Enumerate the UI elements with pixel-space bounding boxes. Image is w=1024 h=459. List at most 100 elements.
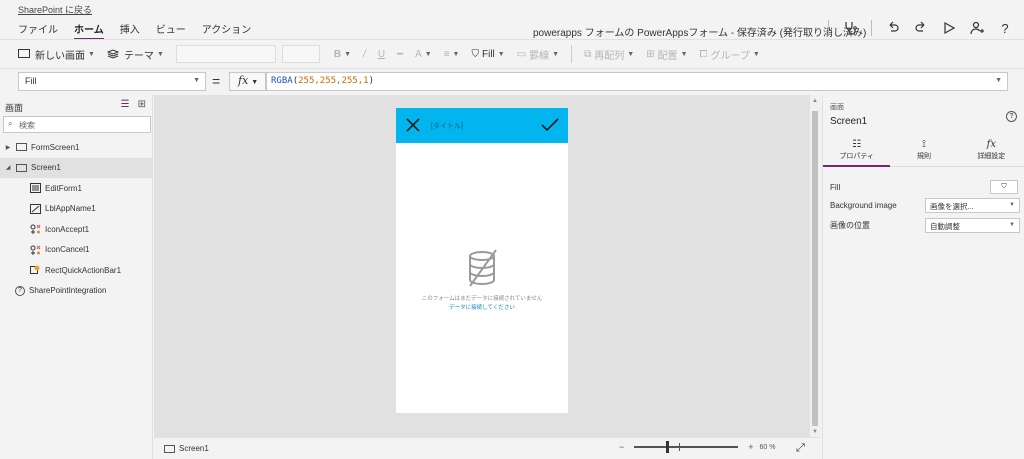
help-icon[interactable]: ?: [998, 21, 1012, 36]
stethoscope-icon[interactable]: [843, 21, 857, 35]
screen-icon: [16, 163, 27, 172]
share-user-icon[interactable]: [970, 21, 984, 35]
tree-item-lblappname1[interactable]: LblAppName1: [0, 199, 152, 220]
border-button[interactable]: ▭ 罫線 ▼: [517, 47, 559, 62]
tree-item-iconaccept1[interactable]: IconAccept1: [0, 219, 152, 240]
current-screen-indicator[interactable]: Screen1: [164, 444, 209, 453]
underline-icon[interactable]: U: [378, 49, 385, 60]
database-disconnected-icon: [469, 249, 497, 287]
group-icon: ⧠: [699, 48, 708, 60]
theme-label: テーマ: [123, 50, 154, 62]
fit-to-window-icon[interactable]: ⤢: [796, 442, 805, 455]
new-screen-button[interactable]: 新しい画面 ▼: [18, 47, 95, 62]
redo-icon[interactable]: [914, 21, 928, 35]
tab-properties[interactable]: ☷ プロパティ: [823, 135, 891, 167]
design-canvas[interactable]: [タイトル] このフォームはまだデータに接続されていません データに接続してくだ…: [154, 95, 810, 437]
align-button[interactable]: ⊞ 配置 ▼: [646, 47, 687, 62]
chevron-down-icon: ▼: [452, 50, 460, 58]
help-circle-icon: ?: [15, 285, 25, 296]
tree-item-screen1[interactable]: ◢ Screen1: [0, 157, 152, 178]
checkmark-icon[interactable]: [541, 118, 559, 134]
zoom-control: − + 60 %: [619, 441, 776, 453]
italic-icon[interactable]: /: [363, 49, 366, 60]
font-size-select[interactable]: [281, 45, 320, 63]
zoom-slider-handle[interactable]: [666, 441, 670, 453]
play-icon[interactable]: [942, 21, 956, 35]
list-view-icon[interactable]: ☰: [121, 99, 130, 110]
reorder-button[interactable]: ⧉ 再配列 ▼: [584, 47, 634, 62]
menu-home[interactable]: ホーム: [74, 24, 104, 40]
tab-label: 規則: [916, 153, 931, 160]
strikethrough-icon[interactable]: ━: [397, 49, 403, 60]
caret-down-icon[interactable]: ◢: [3, 164, 13, 171]
menu-file[interactable]: ファイル: [18, 24, 58, 40]
tree-item-iconcancel1[interactable]: IconCancel1: [0, 240, 152, 261]
scroll-up-icon[interactable]: ▲: [812, 98, 818, 104]
screen-tree: ▶ FormScreen1 ◢ Screen1 EditForm1 LblApp…: [0, 137, 152, 301]
tree-item-editform1[interactable]: EditForm1: [0, 178, 152, 199]
zoom-slider[interactable]: [634, 441, 739, 453]
property-select[interactable]: Fill ▼: [18, 72, 206, 91]
fx-button[interactable]: fx ▼: [229, 72, 266, 91]
bold-icon[interactable]: B ▼: [334, 49, 351, 60]
form-empty-state: このフォームはまだデータに接続されていません データに接続してください: [396, 248, 568, 311]
separator: [871, 20, 872, 36]
background-image-select[interactable]: 画像を選択... ▼: [925, 197, 1020, 213]
canvas-vertical-scrollbar[interactable]: ▲ ▼: [810, 95, 821, 437]
properties-object-type: 画面: [830, 104, 844, 111]
zoom-out-button[interactable]: −: [619, 442, 624, 452]
text-align-icon[interactable]: ≡ ▼: [444, 49, 460, 60]
menu-view[interactable]: ビュー: [156, 24, 186, 40]
close-icon[interactable]: [405, 117, 421, 135]
group-button[interactable]: ⧠ グループ ▼: [700, 47, 760, 62]
tree-item-label: EditForm1: [45, 183, 82, 193]
fill-label: Fill: [481, 48, 495, 60]
quick-action-bar[interactable]: [タイトル]: [396, 108, 568, 143]
tree-search-input[interactable]: ⌕ 検索: [3, 116, 151, 133]
scrollbar-thumb[interactable]: [812, 111, 818, 426]
font-family-select[interactable]: [175, 45, 276, 63]
tree-view-title: 画面: [5, 103, 24, 113]
border-icon: ▭: [516, 48, 527, 60]
tab-rules[interactable]: ⟟ 規則: [890, 135, 957, 166]
help-circle-icon[interactable]: ?: [1006, 111, 1017, 122]
form-icon: [30, 183, 41, 194]
theme-button[interactable]: テーマ ▼: [106, 47, 164, 62]
properties-tabs: ☷ プロパティ ⟟ 規則 fx 詳細設定: [823, 135, 1024, 167]
app-name-label[interactable]: [タイトル]: [431, 121, 463, 131]
tab-advanced[interactable]: fx 詳細設定: [958, 135, 1024, 166]
tree-item-rectquickactionbar1[interactable]: RectQuickActionBar1: [0, 260, 152, 281]
tree-item-sharepointintegration[interactable]: ? SharePointIntegration: [0, 281, 152, 302]
menu-insert[interactable]: 挿入: [120, 24, 140, 40]
screen-preview[interactable]: [タイトル] このフォームはまだデータに接続されていません データに接続してくだ…: [396, 108, 568, 413]
tree-item-formscreen1[interactable]: ▶ FormScreen1: [0, 137, 152, 158]
chevron-down-icon: ▼: [193, 77, 200, 84]
top-icons: ?: [828, 20, 1012, 36]
fill-color-picker[interactable]: ⛉: [990, 180, 1018, 194]
fill-button[interactable]: ⛉ Fill ▼: [471, 49, 504, 60]
tab-label: 詳細設定: [977, 153, 1006, 160]
menu-action[interactable]: アクション: [202, 24, 252, 40]
image-position-value: 自動調整: [930, 221, 960, 231]
grid-view-icon[interactable]: ⊞: [138, 99, 146, 110]
chevron-down-icon[interactable]: ▼: [995, 77, 1002, 84]
chevron-down-icon: ▼: [627, 50, 635, 58]
chevron-down-icon: ▼: [424, 50, 432, 58]
formula-input[interactable]: RGBA(255,255,255,1) ▼: [266, 72, 1008, 91]
scroll-down-icon[interactable]: ▼: [812, 429, 818, 435]
zoom-in-button[interactable]: +: [748, 442, 753, 452]
zoom-value: 60 %: [760, 444, 776, 451]
tree-item-label: FormScreen1: [31, 142, 80, 152]
document-title: powerapps フォームの PowerAppsフォーム - 保存済み (発行…: [533, 28, 867, 39]
connect-data-link[interactable]: データに接続してください: [396, 303, 568, 311]
back-to-sharepoint-link[interactable]: SharePoint に戻る: [18, 3, 92, 16]
image-position-select[interactable]: 自動調整 ▼: [925, 217, 1020, 233]
undo-icon[interactable]: [886, 21, 900, 35]
image-position-row: 画像の位置 自動調整 ▼: [830, 217, 1020, 233]
font-color-icon[interactable]: A ▼: [415, 49, 432, 60]
caret-right-icon[interactable]: ▶: [3, 144, 13, 151]
tree-item-label: LblAppName1: [45, 204, 96, 214]
chevron-down-icon: ▼: [344, 50, 352, 58]
border-label: 罫線: [529, 50, 550, 62]
chevron-down-icon: ▼: [497, 50, 505, 58]
